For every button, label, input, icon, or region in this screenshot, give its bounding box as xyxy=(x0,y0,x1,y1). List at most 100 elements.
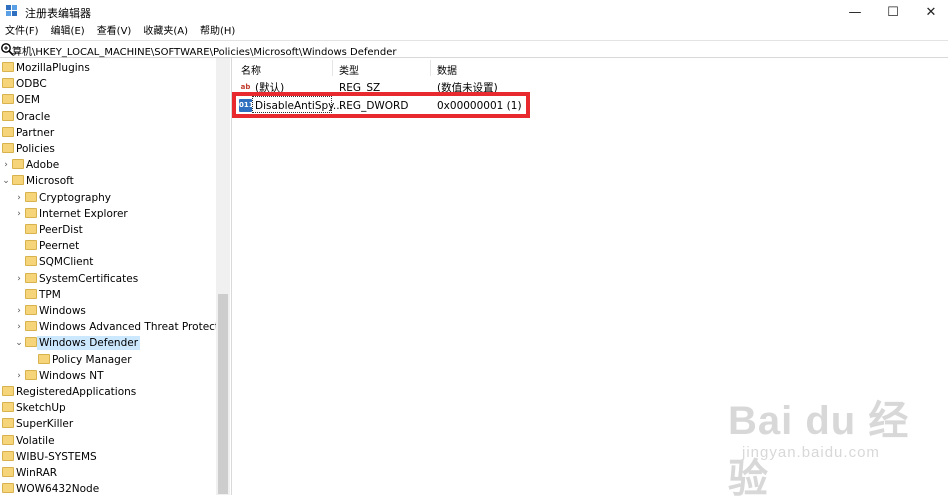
menu-favorites[interactable]: 收藏夹(A) xyxy=(137,24,194,40)
collapsed-arrow-icon[interactable]: › xyxy=(14,303,24,319)
menu-edit[interactable]: 编辑(E) xyxy=(45,24,91,40)
collapsed-arrow-icon[interactable]: › xyxy=(14,206,24,222)
tree-node[interactable]: › Windows xyxy=(0,303,216,319)
tree-node-label: Peernet xyxy=(39,240,80,253)
tree-node[interactable]: PeerDist xyxy=(0,222,216,238)
tree-node[interactable]: WOW6432Node xyxy=(0,481,216,495)
collapsed-arrow-icon[interactable]: › xyxy=(14,368,24,384)
tree-node-label: Policy Manager xyxy=(52,353,132,366)
tree-node[interactable]: Policies xyxy=(0,141,216,157)
tree-node[interactable]: ⌄ Microsoft xyxy=(0,173,216,189)
tree-node-label: Windows xyxy=(39,305,86,317)
tree-node[interactable]: SQMClient xyxy=(0,254,216,270)
column-header-type[interactable]: 类型 xyxy=(339,62,359,77)
tree-node[interactable]: Partner xyxy=(0,125,216,141)
tree-node[interactable]: › Windows NT xyxy=(0,368,216,384)
collapsed-arrow-icon[interactable]: › xyxy=(14,190,24,206)
tree-node[interactable]: RegisteredApplications xyxy=(0,384,216,400)
tree-node-label: Volatile xyxy=(16,434,55,447)
tree-node[interactable]: SuperKiller xyxy=(0,416,216,432)
tree-node[interactable]: Policy Manager xyxy=(0,352,216,368)
collapsed-arrow-icon[interactable]: › xyxy=(1,157,11,173)
folder-icon xyxy=(2,483,14,494)
tree-node[interactable]: WIBU-SYSTEMS xyxy=(0,449,216,465)
folder-icon xyxy=(12,175,24,186)
folder-icon xyxy=(38,353,50,364)
tree-node-label: MozillaPlugins xyxy=(16,62,90,74)
tree-node-label: Policies xyxy=(16,143,55,155)
tree-node[interactable]: › Internet Explorer xyxy=(0,206,216,222)
folder-icon xyxy=(25,337,37,348)
menu-view[interactable]: 查看(V) xyxy=(91,24,138,40)
folder-icon xyxy=(25,288,37,299)
tree-node-label: SystemCertificates xyxy=(39,272,139,285)
folder-icon xyxy=(25,240,37,251)
close-button[interactable]: ✕ xyxy=(908,0,948,24)
tree-node[interactable]: MozillaPlugins xyxy=(0,60,216,76)
tree-node-label: RegisteredApplications xyxy=(16,386,137,398)
tree-node-label: SketchUp xyxy=(16,402,66,415)
folder-icon xyxy=(25,321,37,332)
column-header-data[interactable]: 数据 xyxy=(437,62,457,77)
column-divider[interactable] xyxy=(332,60,333,76)
folder-icon xyxy=(2,78,14,89)
folder-icon xyxy=(2,126,14,137)
folder-icon xyxy=(2,418,14,429)
tree-node-label: WinRAR xyxy=(16,467,58,479)
column-header-name[interactable]: 名称 xyxy=(241,62,261,77)
tree-node[interactable]: Volatile xyxy=(0,433,216,449)
tree-node[interactable]: WinRAR xyxy=(0,465,216,481)
tree-node[interactable]: › Cryptography xyxy=(0,190,216,206)
folder-icon xyxy=(2,402,14,413)
tree-node[interactable]: › SystemCertificates xyxy=(0,271,216,287)
regedit-app-icon xyxy=(6,5,17,16)
folder-icon xyxy=(25,256,37,267)
folder-icon xyxy=(25,224,37,234)
folder-icon xyxy=(25,191,37,202)
tree-node[interactable]: Oracle xyxy=(0,109,216,125)
folder-icon xyxy=(2,386,14,396)
tree-node-label: WOW6432Node xyxy=(16,483,100,495)
folder-icon xyxy=(25,305,37,315)
collapsed-arrow-icon[interactable]: › xyxy=(14,271,24,287)
tree-node[interactable]: › Adobe xyxy=(0,157,216,173)
address-path[interactable]: 算机\HKEY_LOCAL_MACHINE\SOFTWARE\Policies\… xyxy=(12,43,397,58)
menu-help[interactable]: 帮助(H) xyxy=(194,24,241,40)
tree-node-label: Internet Explorer xyxy=(39,207,128,220)
tree-node-label: Cryptography xyxy=(39,191,112,204)
watermark-url: jingyan.baidu.com xyxy=(742,444,880,461)
folder-icon xyxy=(2,110,14,121)
column-divider[interactable] xyxy=(430,60,431,76)
tree-node-label: Windows NT xyxy=(39,369,104,382)
tree-node[interactable]: ODBC xyxy=(0,76,216,92)
tree-node[interactable]: › Windows Advanced Threat Protection xyxy=(0,319,230,335)
tree-node[interactable]: SketchUp xyxy=(0,400,216,416)
collapsed-arrow-icon[interactable]: › xyxy=(14,319,24,335)
expanded-arrow-icon[interactable]: ⌄ xyxy=(14,335,24,351)
tree-node-label: Windows Defender xyxy=(37,336,141,351)
folder-icon xyxy=(2,62,14,72)
address-bar[interactable]: 算机\HKEY_LOCAL_MACHINE\SOFTWARE\Policies\… xyxy=(0,40,948,58)
tree-node[interactable]: ⌄ Windows Defender xyxy=(0,335,216,351)
folder-icon xyxy=(2,450,14,461)
expanded-arrow-icon[interactable]: ⌄ xyxy=(1,173,11,189)
menu-file[interactable]: 文件(F) xyxy=(0,24,45,40)
folder-icon xyxy=(25,207,37,218)
tree-node[interactable]: TPM xyxy=(0,287,216,303)
folder-icon xyxy=(12,159,24,170)
tree-node-label: TPM xyxy=(39,288,61,301)
tree-scrollbar[interactable] xyxy=(216,58,230,495)
tree-scroll-thumb[interactable] xyxy=(218,294,228,494)
folder-icon xyxy=(25,369,37,380)
tree-node-label: Oracle xyxy=(16,110,51,123)
key-tree[interactable]: MozillaPlugins ODBC OEM Oracle Partner Polici… xyxy=(0,58,230,495)
tree-node-label: Microsoft xyxy=(26,175,74,188)
tree-node[interactable]: Peernet xyxy=(0,238,216,254)
folder-icon xyxy=(25,272,37,283)
tree-node-label: Adobe xyxy=(26,159,60,172)
tree-node-label: OEM xyxy=(16,94,40,107)
tree-node[interactable]: OEM xyxy=(0,92,216,108)
